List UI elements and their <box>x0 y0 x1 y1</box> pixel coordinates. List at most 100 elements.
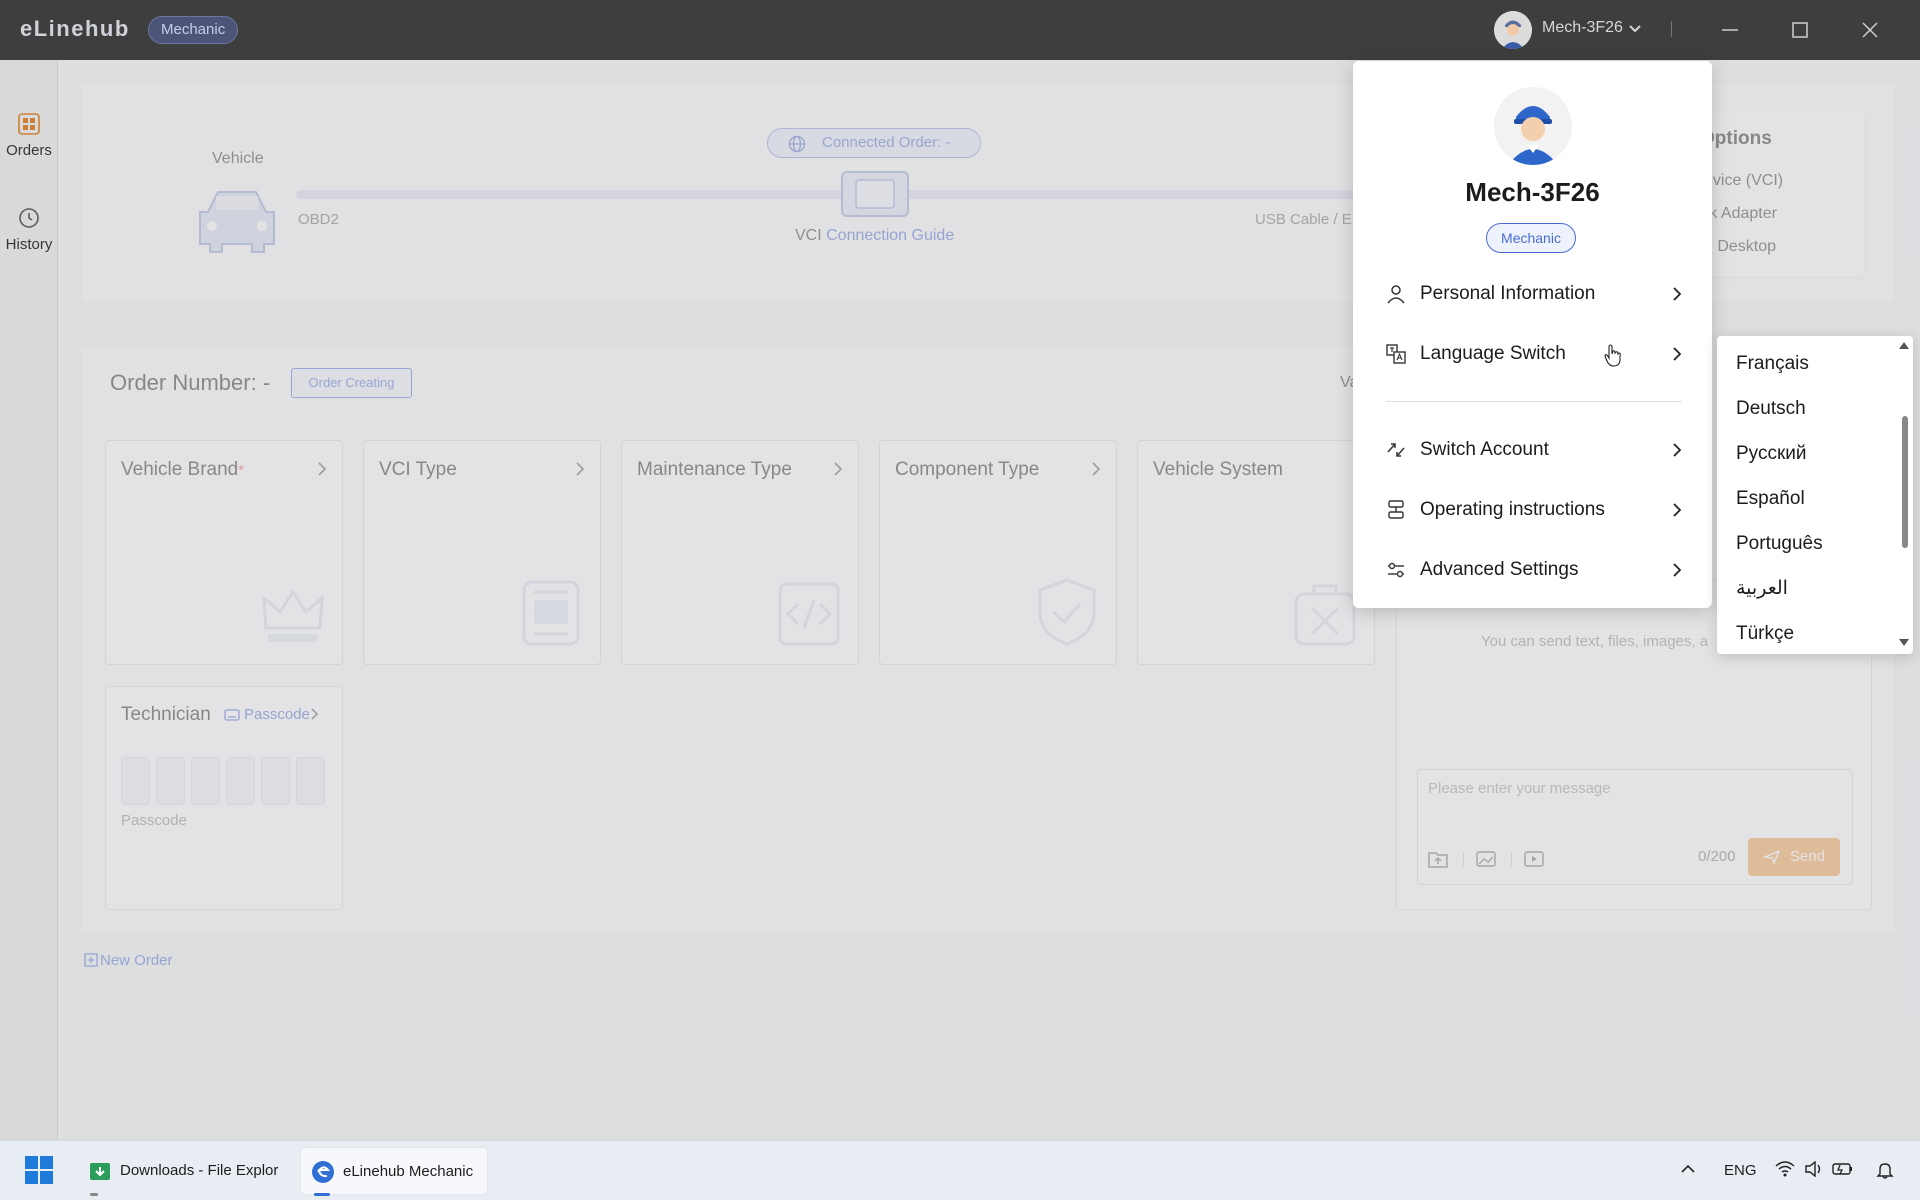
vci-prefix: VCI <box>795 227 822 244</box>
passcode-digit[interactable] <box>121 757 150 805</box>
card-title: Component Type <box>895 459 1040 480</box>
user-name[interactable]: Mech-3F26 <box>1542 19 1623 37</box>
chevron-right-icon <box>1672 502 1682 518</box>
sidebar-item-history[interactable]: History <box>0 206 58 253</box>
new-order-link[interactable]: New Order <box>84 952 173 969</box>
chevron-up-icon[interactable] <box>1680 1161 1696 1177</box>
menu-switch-account[interactable]: Switch Account <box>1386 430 1682 470</box>
chevron-right-icon <box>1090 461 1102 477</box>
card-title: VCI Type <box>379 459 457 480</box>
sidebar-item-orders[interactable]: Orders <box>0 112 58 159</box>
tool-separator <box>1511 852 1512 866</box>
message-placeholder: Please enter your message <box>1428 780 1611 797</box>
maintenance-type-card[interactable]: Maintenance Type <box>621 440 859 665</box>
grid-icon <box>17 112 41 136</box>
options-item[interactable]: evice (VCI) <box>1704 172 1783 190</box>
vehicle-brand-card[interactable]: Vehicle Brand* <box>105 440 343 665</box>
technician-card: Technician Passcode Passcode <box>105 686 343 910</box>
passcode-hint: Passcode <box>121 812 187 829</box>
chevron-right-icon <box>574 461 586 477</box>
language-option[interactable]: Deutsch <box>1736 393 1886 425</box>
menu-operating-instructions[interactable]: Operating instructions <box>1386 490 1682 530</box>
image-icon[interactable] <box>1476 850 1496 868</box>
wifi-icon[interactable] <box>1775 1161 1795 1177</box>
chevron-right-icon <box>310 707 320 721</box>
toolbox-icon <box>1292 580 1358 648</box>
volume-icon[interactable] <box>1804 1161 1824 1177</box>
passcode-digit[interactable] <box>156 757 185 805</box>
scroll-down-arrow-icon[interactable] <box>1898 638 1910 648</box>
menu-label: Advanced Settings <box>1420 559 1579 580</box>
crown-icon <box>260 588 326 648</box>
taskbar: Downloads - File Explor eLinehub Mechani… <box>0 1140 1920 1200</box>
video-icon[interactable] <box>1524 850 1544 868</box>
card-title: Vehicle System <box>1153 459 1283 480</box>
profile-role-badge: Mechanic <box>1486 223 1576 253</box>
options-item[interactable]: e Desktop <box>1704 238 1776 256</box>
windows-start-icon[interactable] <box>24 1155 54 1185</box>
menu-advanced-settings[interactable]: Advanced Settings <box>1386 550 1682 590</box>
chevron-right-icon <box>1672 562 1682 578</box>
passcode-digit[interactable] <box>191 757 220 805</box>
settings-sliders-icon <box>1386 560 1406 580</box>
folder-upload-icon[interactable] <box>1428 850 1448 868</box>
options-item[interactable]: rk Adapter <box>1704 205 1777 223</box>
title-bar: eLinehub Mechanic Mech-3F26 <box>0 0 1920 60</box>
left-sidebar: Orders History <box>0 60 58 1140</box>
taskbar-app-label: Downloads - File Explor <box>120 1162 279 1179</box>
passcode-link-label: Passcode <box>244 706 310 723</box>
technician-title: Technician <box>121 704 211 725</box>
language-option[interactable]: Türkçe <box>1736 618 1886 650</box>
send-label: Send <box>1790 848 1826 865</box>
translate-icon <box>1386 344 1406 364</box>
send-button[interactable]: Send <box>1748 838 1840 876</box>
scroll-up-arrow-icon[interactable] <box>1898 340 1910 350</box>
language-option[interactable]: العربية <box>1736 573 1886 605</box>
device-icon <box>518 578 584 648</box>
language-option[interactable]: Русский <box>1736 438 1886 470</box>
language-option[interactable]: Français <box>1736 348 1886 380</box>
menu-personal-information[interactable]: Personal Information <box>1386 274 1682 314</box>
usb-label: USB Cable / E <box>1255 211 1352 228</box>
globe-icon <box>788 135 806 153</box>
connection-guide-link[interactable]: Connection Guide <box>826 227 954 244</box>
chevron-down-icon[interactable] <box>1628 22 1642 36</box>
taskbar-app-file-explorer[interactable]: Downloads - File Explor <box>78 1147 288 1195</box>
passcode-digit[interactable] <box>296 757 325 805</box>
app-logo: eLinehub <box>20 16 130 41</box>
battery-icon[interactable] <box>1832 1161 1854 1177</box>
passcode-digit[interactable] <box>226 757 255 805</box>
instructions-icon <box>1386 500 1406 520</box>
new-order-label: New Order <box>100 952 173 969</box>
connected-order-badge: Connected Order: - <box>767 128 981 158</box>
shield-check-icon <box>1034 576 1100 648</box>
card-title: Vehicle Brand <box>121 459 239 480</box>
notification-bell-icon[interactable] <box>1876 1161 1894 1179</box>
passcode-link[interactable]: Passcode <box>224 706 320 723</box>
minimize-button[interactable] <box>1714 14 1746 46</box>
card-title: Maintenance Type <box>637 459 792 480</box>
user-avatar[interactable] <box>1494 11 1532 49</box>
menu-label: Switch Account <box>1420 439 1549 460</box>
taskbar-app-elinehub[interactable]: eLinehub Mechanic <box>300 1147 488 1195</box>
input-language[interactable]: ENG <box>1724 1162 1757 1179</box>
menu-label: Personal Information <box>1420 283 1596 304</box>
running-indicator <box>90 1193 98 1196</box>
menu-language-switch[interactable]: Language Switch <box>1386 334 1682 374</box>
chevron-right-icon <box>316 461 328 477</box>
close-button[interactable] <box>1854 14 1886 46</box>
order-status-badge: Order Creating <box>291 368 412 398</box>
maximize-button[interactable] <box>1784 14 1816 46</box>
language-option[interactable]: Português <box>1736 528 1886 560</box>
connection-track <box>296 190 1356 199</box>
language-scrollbar[interactable] <box>1902 416 1908 548</box>
language-menu: Français Deutsch Русский Español Portugu… <box>1717 336 1913 654</box>
message-input[interactable]: Please enter your message 0/200 Send <box>1417 769 1853 885</box>
menu-label: Language Switch <box>1420 343 1566 364</box>
profile-avatar <box>1494 87 1572 165</box>
passcode-digit[interactable] <box>261 757 290 805</box>
component-type-card[interactable]: Component Type <box>879 440 1117 665</box>
vci-type-card[interactable]: VCI Type <box>363 440 601 665</box>
vehicle-system-card[interactable]: Vehicle System <box>1137 440 1375 665</box>
language-option[interactable]: Español <box>1736 483 1886 515</box>
